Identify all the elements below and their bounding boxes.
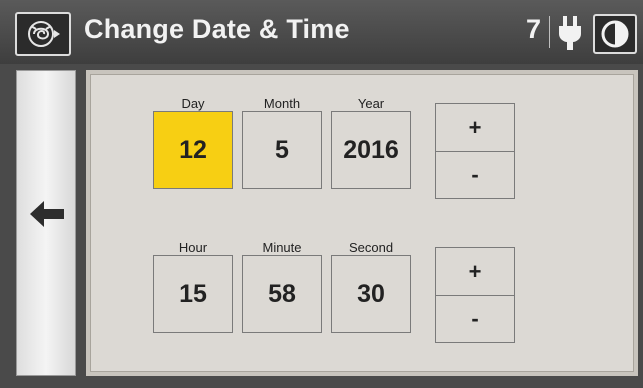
- second-label: Second: [348, 240, 394, 255]
- screen: Change Date & Time 7 Day Month Year 12 5: [0, 0, 643, 388]
- plug-icon: [559, 16, 581, 50]
- page-title: Change Date & Time: [84, 14, 350, 44]
- contrast-button[interactable]: [593, 14, 637, 54]
- hour-field[interactable]: 15: [153, 255, 233, 333]
- time-stepper: + -: [435, 247, 515, 343]
- contrast-icon: [601, 20, 629, 48]
- status-count: 7: [526, 14, 542, 44]
- arrow-left-icon: [30, 201, 64, 227]
- year-field[interactable]: 2016: [331, 111, 411, 189]
- hour-label: Hour: [178, 240, 208, 255]
- rose-logo-icon: [28, 21, 60, 47]
- day-field[interactable]: 12: [153, 111, 233, 189]
- minute-field[interactable]: 58: [242, 255, 322, 333]
- date-increment-button[interactable]: +: [436, 104, 514, 152]
- time-increment-button[interactable]: +: [436, 248, 514, 296]
- date-decrement-button[interactable]: -: [436, 151, 514, 198]
- time-decrement-button[interactable]: -: [436, 295, 514, 342]
- month-field[interactable]: 5: [242, 111, 322, 189]
- date-stepper: + -: [435, 103, 515, 199]
- back-button[interactable]: [30, 197, 64, 231]
- second-field[interactable]: 30: [331, 255, 411, 333]
- header-divider: [549, 16, 550, 48]
- back-panel[interactable]: [16, 70, 76, 376]
- minute-label: Minute: [262, 240, 302, 255]
- day-label: Day: [181, 96, 205, 111]
- logo-button[interactable]: [15, 12, 71, 56]
- year-label: Year: [357, 96, 385, 111]
- month-label: Month: [263, 96, 301, 111]
- header-bar: Change Date & Time 7: [0, 0, 643, 64]
- date-time-panel: Day Month Year 12 5 2016 + - Hour Minute…: [86, 70, 638, 376]
